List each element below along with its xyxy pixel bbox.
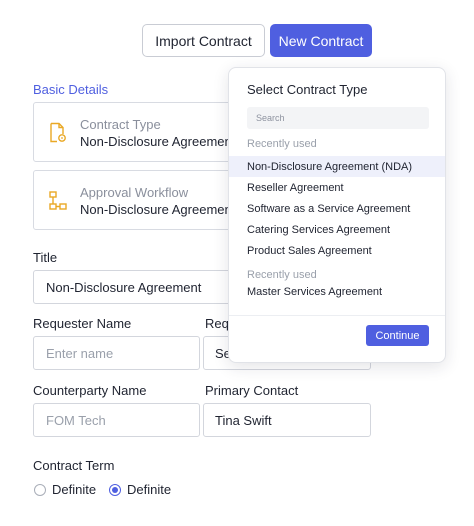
term-radio-definite-2[interactable]	[109, 484, 121, 496]
dropdown-item-saas[interactable]: Software as a Service Agreement	[229, 198, 445, 219]
import-contract-button[interactable]: Import Contract	[142, 24, 265, 57]
contract-term-label: Contract Term	[33, 458, 115, 473]
title-input[interactable]: Non-Disclosure Agreement	[33, 270, 233, 304]
dropdown-item-master-services[interactable]: Master Services Agreement	[229, 281, 445, 302]
approval-workflow-card[interactable]: Approval Workflow Non-Disclosure Agreeme…	[33, 170, 236, 230]
continue-button[interactable]: Continue	[366, 325, 429, 346]
dropdown-group-label-1: Recently used	[247, 138, 317, 150]
workflow-icon	[48, 190, 68, 212]
approval-workflow-value: Non-Disclosure Agreement	[80, 202, 236, 217]
primary-contact-input[interactable]: Tina Swift	[203, 403, 371, 437]
primary-contact-label: Primary Contact	[205, 383, 299, 398]
term-radio-label-2: Definite	[127, 482, 172, 497]
dropdown-group-label-2: Recently used	[247, 269, 317, 281]
title-label: Title	[33, 250, 58, 265]
contract-type-label: Contract Type	[80, 117, 161, 132]
term-radio-label-1: Definite	[52, 482, 97, 497]
term-radio-definite-1[interactable]	[34, 484, 46, 496]
counterparty-name-input[interactable]: FOM Tech	[33, 403, 200, 437]
requester-email-label: Req	[205, 316, 229, 331]
contract-type-card[interactable]: Contract Type Non-Disclosure Agreement	[33, 102, 236, 162]
contract-type-value: Non-Disclosure Agreement	[80, 134, 236, 149]
dropdown-item-nda[interactable]: Non-Disclosure Agreement (NDA)	[229, 156, 445, 177]
select-contract-type-dropdown: Select Contract Type Search Recently use…	[228, 67, 446, 363]
contract-document-icon	[48, 122, 68, 144]
dropdown-search-input[interactable]: Search	[247, 107, 429, 129]
dropdown-item-catering[interactable]: Catering Services Agreement	[229, 219, 445, 240]
dropdown-title: Select Contract Type	[247, 82, 368, 97]
dropdown-item-product-sales[interactable]: Product Sales Agreement	[229, 240, 445, 261]
requester-name-label: Requester Name	[33, 316, 132, 331]
counterparty-name-label: Counterparty Name	[33, 383, 147, 398]
dropdown-item-reseller[interactable]: Reseller Agreement	[229, 177, 445, 198]
section-title-basic-details: Basic Details	[33, 82, 109, 97]
dropdown-divider	[229, 315, 445, 316]
requester-name-input[interactable]: Enter name	[33, 336, 200, 370]
new-contract-button[interactable]: New Contract	[270, 24, 372, 57]
approval-workflow-label: Approval Workflow	[80, 185, 189, 200]
